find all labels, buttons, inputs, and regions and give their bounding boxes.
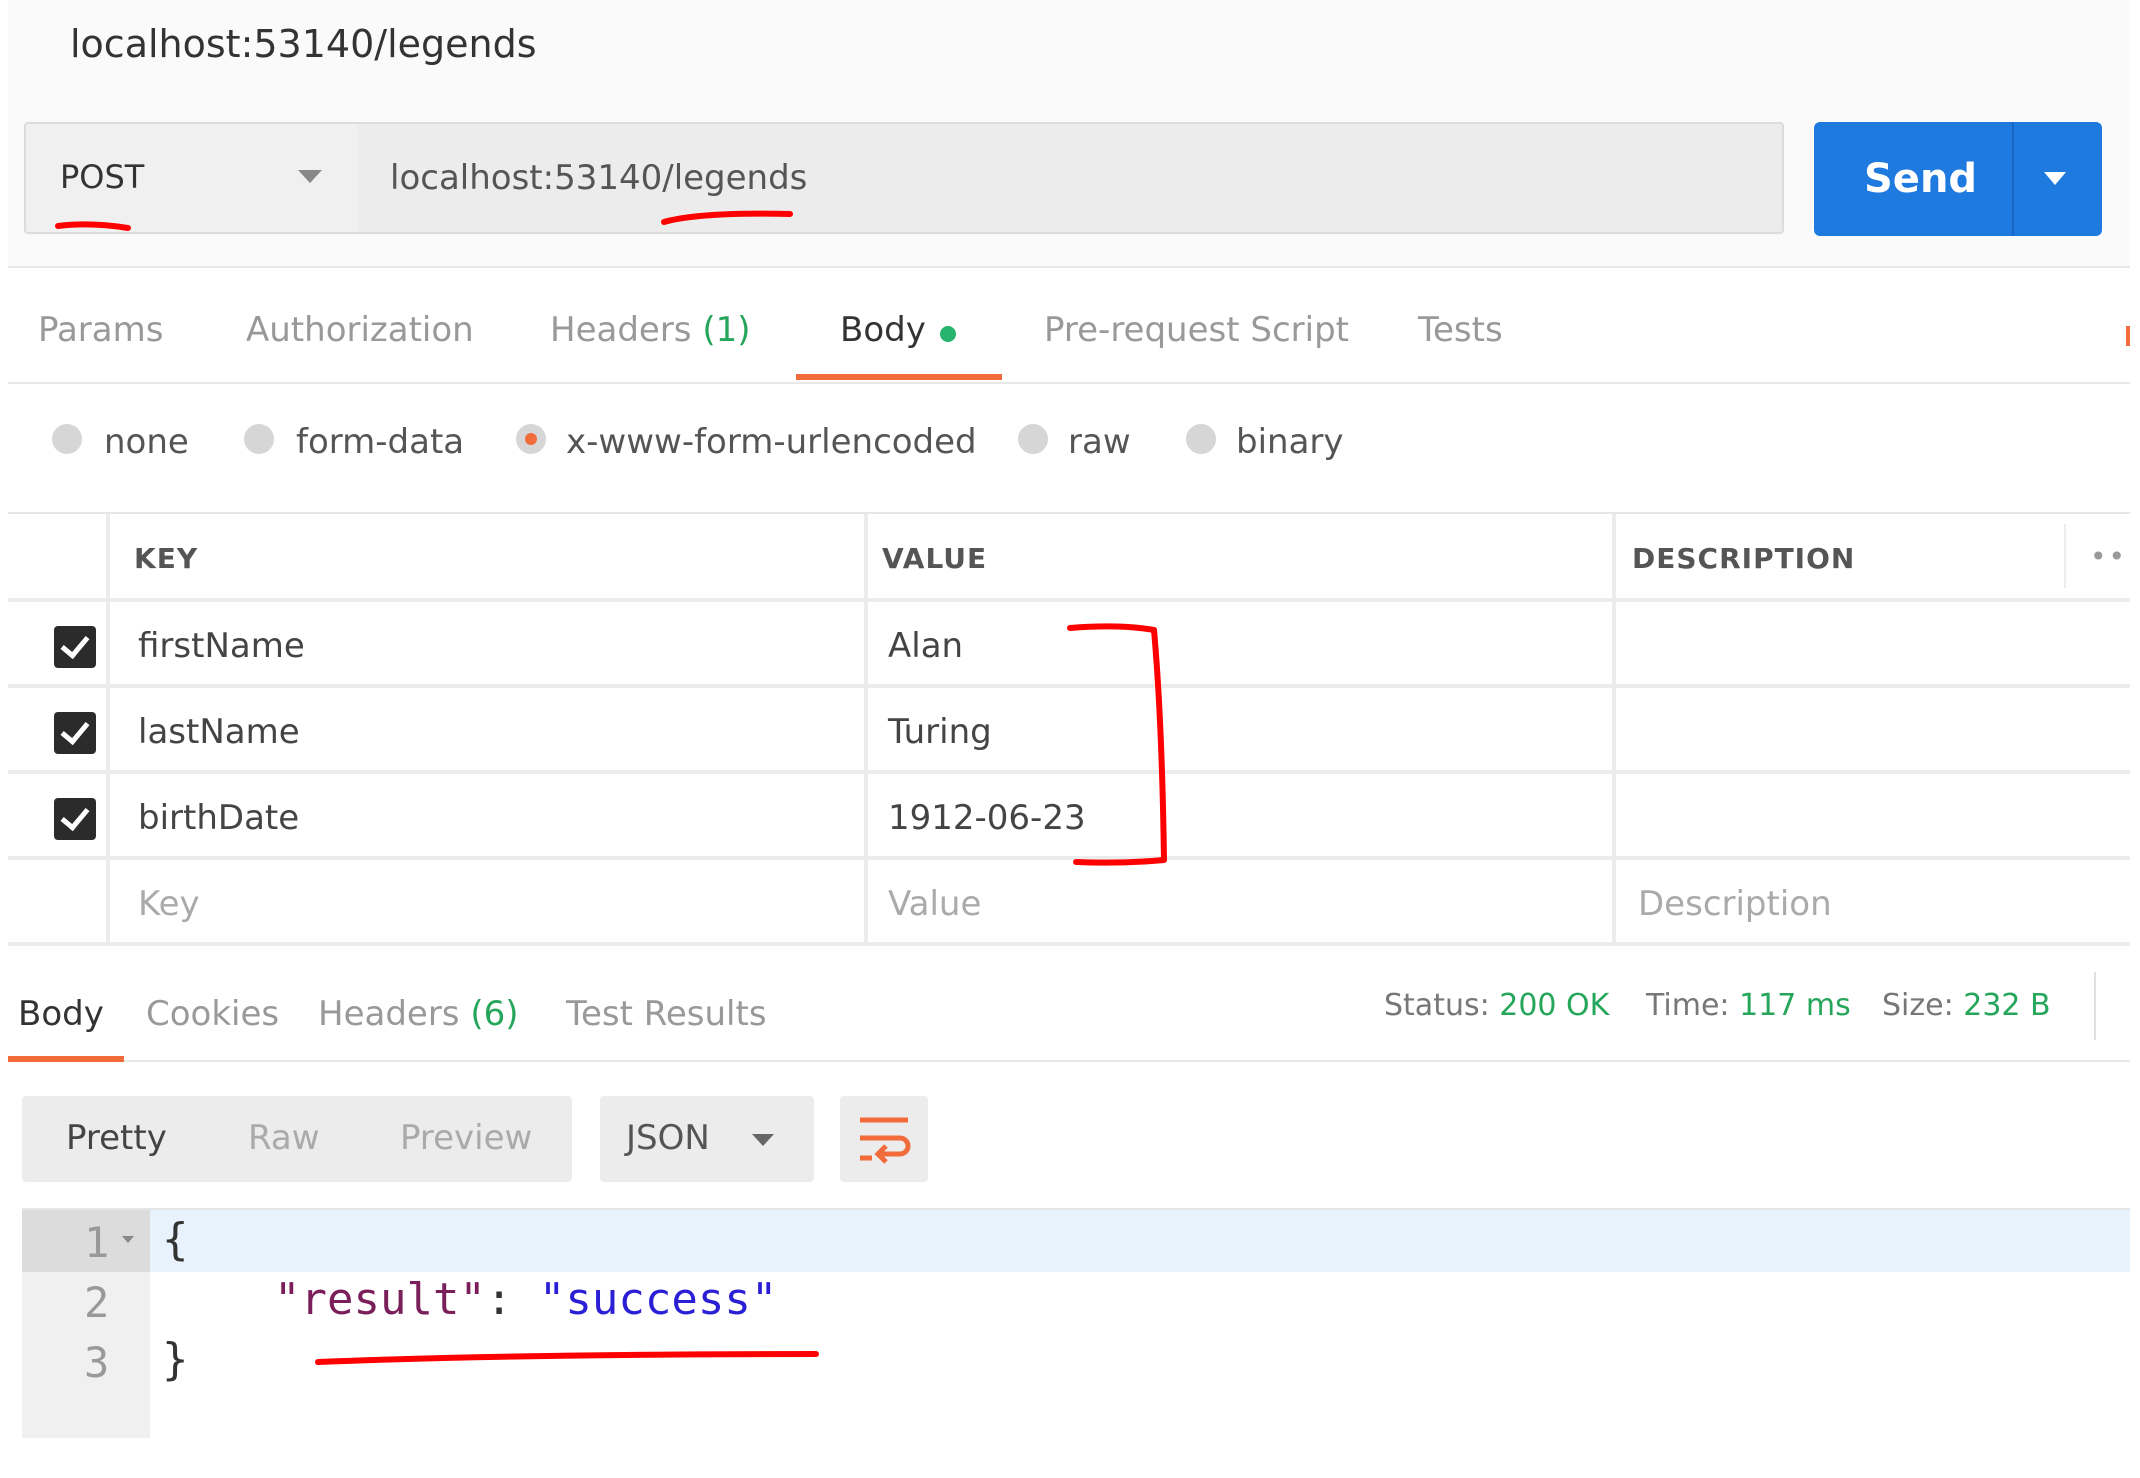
size-value: 232 B [1963,988,2051,1023]
radio-form-data-label: form-data [296,422,465,462]
radio-binary-label: binary [1236,422,1344,462]
fold-toggle-icon[interactable] [122,1236,134,1243]
active-line-highlight [150,1210,2130,1272]
column-header-value: VALUE [882,542,988,575]
chevron-down-icon[interactable] [298,170,322,183]
line-number: 3 [84,1338,110,1387]
radio-raw[interactable] [1018,424,1048,454]
wrap-lines-button[interactable] [840,1096,928,1182]
row-checkbox[interactable] [54,798,96,840]
column-divider [106,514,110,944]
column-divider [864,514,868,944]
code-close-brace: } [162,1334,189,1385]
response-tab-headers[interactable]: Headers (6) [318,994,519,1034]
active-response-tab-underline [8,1056,124,1062]
format-select-label: JSON [626,1118,710,1158]
tab-body[interactable]: Body [840,310,926,350]
param-value[interactable]: 1912-06-23 [888,798,1086,838]
new-value-input[interactable]: Value [888,884,981,924]
send-label: Send [1864,156,1978,202]
response-tab-headers-count: (6) [470,994,519,1034]
param-key[interactable]: firstName [138,626,305,666]
param-key[interactable]: birthDate [138,798,299,838]
new-description-input[interactable]: Description [1638,884,1832,924]
send-divider [2012,122,2014,236]
tab-pre-request-script[interactable]: Pre-request Script [1044,310,1349,350]
json-colon: : [485,1274,539,1325]
radio-binary[interactable] [1186,424,1216,454]
param-key[interactable]: lastName [138,712,300,752]
tab-headers[interactable]: Headers (1) [550,310,751,350]
status-value: 200 OK [1499,988,1610,1023]
param-value[interactable]: Turing [888,712,992,752]
chevron-down-icon [752,1134,774,1146]
column-divider [2064,524,2066,588]
response-tab-cookies[interactable]: Cookies [146,994,279,1034]
radio-raw-label: raw [1068,422,1131,462]
request-title: localhost:53140/legends [70,22,537,66]
body-indicator-dot [940,326,956,342]
url-text: localhost:53140/legends [390,158,808,198]
active-tab-underline [796,374,1002,380]
column-header-key: KEY [134,542,199,575]
row-checkbox[interactable] [54,626,96,668]
radio-form-data[interactable] [244,424,274,454]
tab-params[interactable]: Params [38,310,163,350]
row-divider [8,856,2130,860]
params-table [8,512,2130,946]
tab-tests[interactable]: Tests [1418,310,1503,350]
time-readout: Time: 117 ms [1646,988,1851,1023]
code-open-brace: { [162,1214,189,1265]
size-label: Size: [1882,988,1954,1023]
radio-x-www-form-urlencoded[interactable] [516,424,546,454]
tab-authorization[interactable]: Authorization [246,310,474,350]
column-divider [1612,514,1616,944]
param-value[interactable]: Alan [888,626,963,666]
send-options-chevron-icon[interactable] [2044,172,2066,185]
view-mode-raw[interactable]: Raw [248,1118,320,1158]
new-key-input[interactable]: Key [138,884,200,924]
response-tab-body[interactable]: Body [18,994,104,1034]
method-label: POST [60,158,145,196]
column-header-description: DESCRIPTION [1632,542,1856,575]
row-divider [8,598,2130,602]
more-options-icon[interactable]: •• [2090,540,2127,573]
time-label: Time: [1646,988,1730,1023]
overflow-indicator [2126,326,2130,346]
radio-none-label: none [104,422,189,462]
wrap-lines-icon [860,1117,911,1164]
json-value: "success" [538,1274,778,1325]
view-mode-preview[interactable]: Preview [400,1118,532,1158]
json-key: "result" [274,1274,486,1325]
time-value: 117 ms [1739,988,1851,1023]
line-number: 1 [84,1218,110,1267]
row-divider [8,684,2130,688]
row-divider [8,942,2130,946]
tab-headers-count: (1) [702,310,751,350]
size-readout: Size: 232 B [1882,988,2051,1023]
response-tab-test-results[interactable]: Test Results [566,994,767,1034]
line-number: 2 [84,1278,110,1327]
status-readout: Status: 200 OK [1384,988,1609,1023]
tab-headers-label: Headers [550,310,692,350]
radio-none[interactable] [52,424,82,454]
radio-x-www-form-urlencoded-label: x-www-form-urlencoded [566,422,977,462]
row-divider [8,770,2130,774]
row-checkbox[interactable] [54,712,96,754]
view-mode-pretty[interactable]: Pretty [66,1118,167,1158]
code-line-2: "result": "success" [274,1274,777,1325]
status-label: Status: [1384,988,1490,1023]
status-divider [2094,972,2096,1040]
response-tab-headers-label: Headers [318,994,460,1034]
